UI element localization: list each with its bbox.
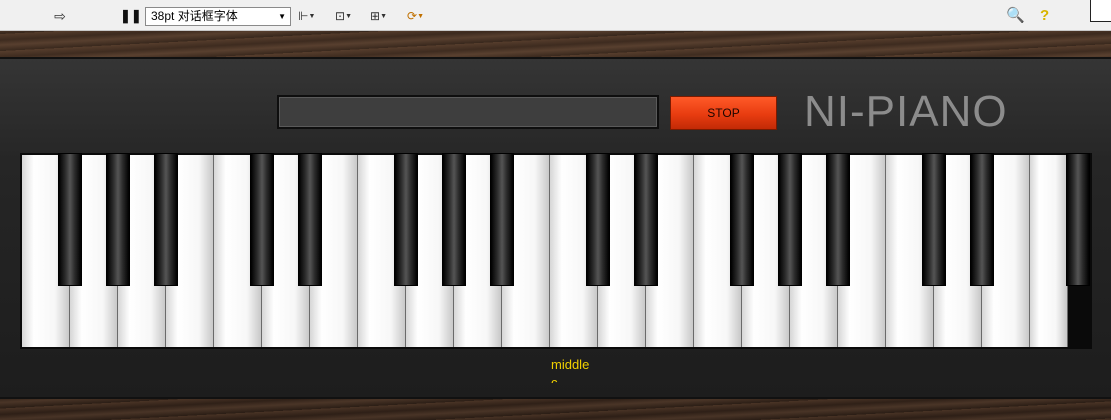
white-key[interactable] xyxy=(1030,155,1068,347)
black-key[interactable] xyxy=(922,153,946,286)
middle-c-sublabel: c xyxy=(551,375,558,383)
zoom-icon[interactable]: 🔍 xyxy=(1006,6,1028,26)
stop-button[interactable]: STOP xyxy=(670,96,777,130)
align-objects-icon[interactable]: ⊩▼ xyxy=(298,8,324,24)
black-key[interactable] xyxy=(970,153,994,286)
black-key[interactable] xyxy=(778,153,802,286)
app-title: NI-PIANO xyxy=(804,87,1008,136)
toolbar: ⇨ ❚❚ 38pt 对话框字体 ▼ ⊩▼ ⊡▼ ⊞▼ ⟳▼ 🔍 ? 1 xyxy=(0,0,1111,31)
black-key[interactable] xyxy=(154,153,178,286)
font-size-select[interactable]: 38pt 对话框字体 ▼ xyxy=(145,7,291,26)
pause-icon[interactable]: ❚❚ xyxy=(120,8,142,24)
black-key[interactable] xyxy=(298,153,322,286)
black-key[interactable] xyxy=(634,153,658,286)
black-key[interactable] xyxy=(58,153,82,286)
black-key[interactable] xyxy=(1066,153,1090,286)
run-arrow-icon[interactable]: ⇨ xyxy=(52,8,68,24)
piano-keyboard xyxy=(20,153,1092,349)
black-key[interactable] xyxy=(586,153,610,286)
black-key[interactable] xyxy=(826,153,850,286)
resize-objects-icon[interactable]: ⊞▼ xyxy=(370,8,396,24)
black-key[interactable] xyxy=(490,153,514,286)
black-key[interactable] xyxy=(106,153,130,286)
note-display xyxy=(277,95,659,129)
distribute-objects-icon[interactable]: ⊡▼ xyxy=(335,8,361,24)
black-key[interactable] xyxy=(730,153,754,286)
black-key[interactable] xyxy=(250,153,274,286)
middle-c-label: middle xyxy=(551,357,590,372)
black-key[interactable] xyxy=(394,153,418,286)
corner-box: 1 xyxy=(1090,0,1111,22)
chevron-down-icon: ▼ xyxy=(278,12,286,21)
black-key[interactable] xyxy=(442,153,466,286)
reorder-icon[interactable]: ⟳▼ xyxy=(407,8,433,24)
font-select-value: 38pt 对话框字体 xyxy=(151,9,238,23)
help-icon[interactable]: ? xyxy=(1040,6,1054,26)
